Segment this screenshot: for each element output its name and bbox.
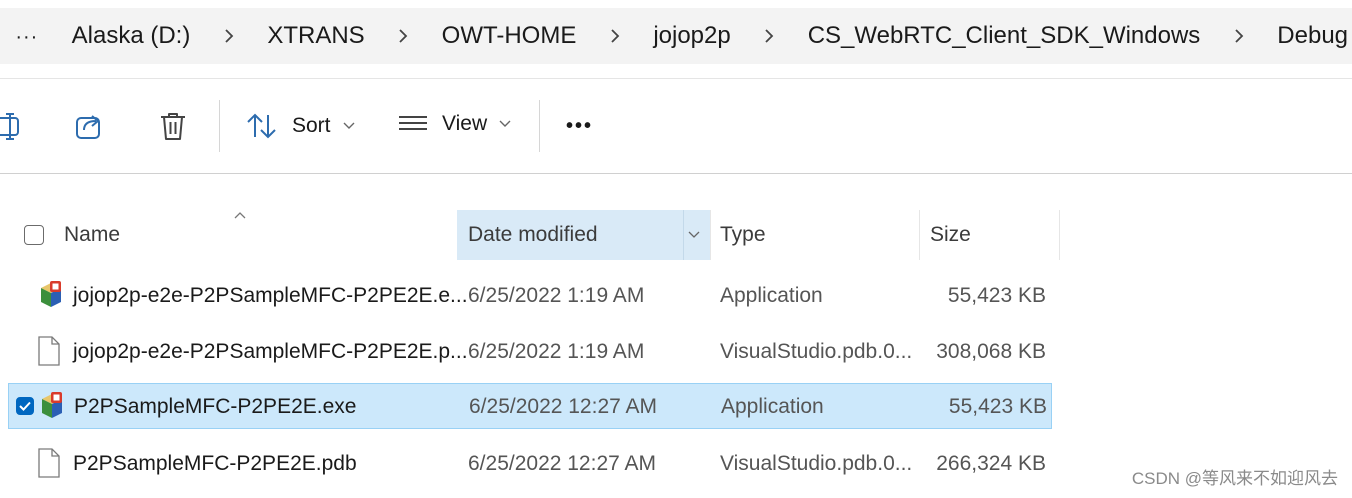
divider: [0, 78, 1352, 79]
file-date: 6/25/2022 1:19 AM: [468, 284, 645, 307]
file-date: 6/25/2022 1:19 AM: [468, 340, 645, 363]
column-header-date[interactable]: Date modified: [468, 210, 598, 260]
document-icon: [37, 336, 65, 366]
file-name: jojop2p-e2e-P2PSampleMFC-P2PE2E.p...: [73, 340, 468, 363]
header-separator[interactable]: [710, 210, 711, 260]
file-row[interactable]: jojop2p-e2e-P2PSampleMFC-P2PE2E.e... 6/25…: [8, 273, 1052, 319]
header-separator[interactable]: [919, 210, 920, 260]
share-button[interactable]: [74, 110, 106, 142]
sort-arrows-icon: [247, 113, 276, 139]
file-size: 308,068 KB: [936, 340, 1046, 363]
column-header-name[interactable]: Name: [64, 210, 120, 260]
header-separator: [683, 210, 684, 260]
toolbar-separator: [219, 100, 220, 152]
delete-button[interactable]: [158, 110, 188, 142]
breadcrumb-item-xtrans[interactable]: XTRANS: [263, 22, 368, 50]
chevron-right-icon[interactable]: [1204, 8, 1273, 64]
list-view-icon: [399, 116, 427, 130]
chevron-right-icon[interactable]: [194, 8, 263, 64]
view-label: View: [442, 112, 488, 135]
column-header-type[interactable]: Type: [720, 210, 766, 260]
file-type: Application: [720, 284, 823, 307]
share-icon: [76, 115, 100, 139]
file-row[interactable]: jojop2p-e2e-P2PSampleMFC-P2PE2E.p... 6/25…: [8, 329, 1052, 375]
breadcrumb-item-jojop2p[interactable]: jojop2p: [649, 22, 734, 50]
divider: [0, 173, 1352, 174]
application-icon: [37, 280, 65, 310]
file-name: P2PSampleMFC-P2PE2E.pdb: [73, 452, 357, 475]
rename-button[interactable]: [0, 110, 22, 142]
file-type: VisualStudio.pdb.0...: [720, 340, 913, 363]
command-bar: Sort View •••: [0, 90, 1352, 164]
breadcrumb-item-sdk[interactable]: CS_WebRTC_Client_SDK_Windows: [804, 22, 1205, 50]
row-checkbox[interactable]: [16, 397, 34, 415]
breadcrumb-item-debug[interactable]: Debug: [1273, 22, 1352, 50]
breadcrumb-more-button[interactable]: ···: [0, 24, 54, 49]
document-icon: [37, 448, 65, 478]
sort-button[interactable]: Sort: [246, 112, 355, 140]
column-header-size[interactable]: Size: [930, 210, 971, 260]
toolbar-separator: [539, 100, 540, 152]
file-row[interactable]: P2PSampleMFC-P2PE2E.pdb 6/25/2022 12:27 A…: [8, 441, 1052, 487]
file-type: Application: [721, 395, 824, 418]
file-date: 6/25/2022 12:27 AM: [469, 395, 657, 418]
chevron-down-icon: [343, 122, 355, 129]
file-name: jojop2p-e2e-P2PSampleMFC-P2PE2E.e...: [73, 284, 468, 307]
file-name: P2PSampleMFC-P2PE2E.exe: [74, 395, 357, 418]
see-more-button[interactable]: •••: [566, 112, 593, 140]
file-size: 266,324 KB: [936, 452, 1046, 475]
chevron-down-icon: [499, 120, 511, 127]
file-type: VisualStudio.pdb.0...: [720, 452, 913, 475]
watermark-text: CSDN @等风来不如迎风去: [1131, 469, 1338, 488]
chevron-down-icon[interactable]: [688, 231, 700, 239]
chevron-right-icon[interactable]: [735, 8, 804, 64]
file-size: 55,423 KB: [948, 395, 1047, 418]
select-all-checkbox[interactable]: [24, 225, 44, 245]
application-icon: [38, 391, 66, 421]
trash-icon: [161, 113, 185, 140]
rename-icon: [0, 113, 19, 140]
file-row[interactable]: P2PSampleMFC-P2PE2E.exe 6/25/2022 12:27 A…: [8, 383, 1052, 429]
column-header-row: Name Date modified Type Size: [0, 210, 1060, 260]
breadcrumb-item-owt-home[interactable]: OWT-HOME: [438, 22, 581, 50]
sort-label: Sort: [292, 114, 331, 137]
chevron-right-icon[interactable]: [369, 8, 438, 64]
address-breadcrumb: ··· Alaska (D:) XTRANS OWT-HOME jojop2p …: [0, 8, 1352, 64]
file-size: 55,423 KB: [947, 284, 1046, 307]
header-separator[interactable]: [1059, 210, 1060, 260]
breadcrumb-item-drive[interactable]: Alaska (D:): [68, 22, 195, 50]
chevron-right-icon[interactable]: [580, 8, 649, 64]
more-dots-icon: •••: [566, 114, 594, 137]
sort-ascending-icon: [234, 212, 246, 219]
view-button[interactable]: View: [398, 112, 511, 136]
file-date: 6/25/2022 12:27 AM: [468, 452, 656, 475]
